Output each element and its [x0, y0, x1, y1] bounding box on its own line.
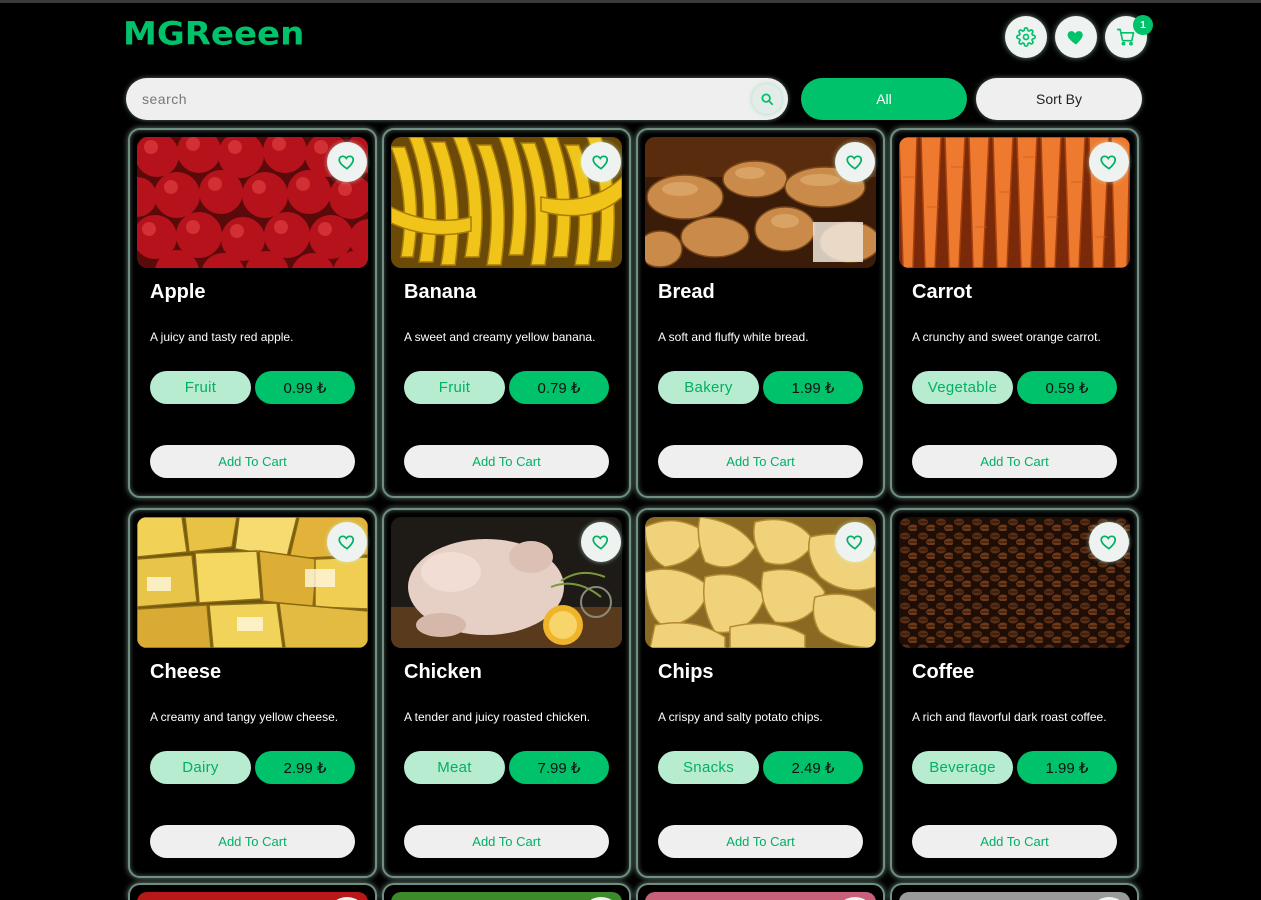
product-category-tag: Bakery [658, 371, 759, 404]
product-name: Carrot [912, 281, 973, 303]
product-card-coffee: Coffee A rich and flavorful dark roast c… [890, 508, 1139, 878]
product-description: A sweet and creamy yellow banana. [404, 330, 596, 344]
heart-outline-icon [592, 155, 609, 170]
product-price: 0.99 ₺ [255, 371, 355, 404]
favorite-toggle-chips[interactable] [835, 522, 875, 562]
product-name: Banana [404, 281, 477, 303]
product-category-tag: Meat [404, 751, 505, 784]
product-grid: Apple A juicy and tasty red apple. Fruit… [128, 128, 1140, 878]
favorite-toggle-banana[interactable] [581, 142, 621, 182]
sort-by-button[interactable]: Sort By [976, 78, 1142, 120]
product-description: A rich and flavorful dark roast coffee. [912, 710, 1107, 724]
heart-outline-icon [592, 535, 609, 550]
product-name: Apple [150, 281, 206, 303]
search-bar [126, 78, 788, 120]
heart-outline-icon [846, 155, 863, 170]
add-to-cart-button[interactable]: Add To Cart [912, 825, 1117, 858]
product-description: A soft and fluffy white bread. [658, 330, 809, 344]
product-card-chips: Chips A crispy and salty potato chips. S… [636, 508, 885, 878]
product-name: Chips [658, 661, 714, 683]
product-price: 1.99 ₺ [763, 371, 863, 404]
product-description: A juicy and tasty red apple. [150, 330, 294, 344]
product-description: A crunchy and sweet orange carrot. [912, 330, 1101, 344]
product-category-tag: Beverage [912, 751, 1013, 784]
site-logo[interactable]: MGReeen [123, 15, 304, 53]
product-card-chicken: Chicken A tender and juicy roasted chick… [382, 508, 631, 878]
heart-outline-icon [338, 535, 355, 550]
add-to-cart-button[interactable]: Add To Cart [404, 445, 609, 478]
product-price: 2.49 ₺ [763, 751, 863, 784]
product-card-partial [890, 883, 1139, 900]
next-product-row [128, 883, 1140, 900]
product-description: A tender and juicy roasted chicken. [404, 710, 591, 724]
filter-all-button[interactable]: All [801, 78, 967, 120]
cart-button[interactable]: 1 [1105, 15, 1153, 58]
add-to-cart-button[interactable]: Add To Cart [658, 445, 863, 478]
add-to-cart-button[interactable]: Add To Cart [658, 825, 863, 858]
product-category-tag: Snacks [658, 751, 759, 784]
favorite-toggle-apple[interactable] [327, 142, 367, 182]
product-price: 0.79 ₺ [509, 371, 609, 404]
favorite-toggle-coffee[interactable] [1089, 522, 1129, 562]
settings-button[interactable] [1005, 16, 1047, 58]
product-category-tag: Vegetable [912, 371, 1013, 404]
product-category-tag: Fruit [150, 371, 251, 404]
product-card-partial [382, 883, 631, 900]
product-name: Cheese [150, 661, 222, 683]
favorite-toggle-carrot[interactable] [1089, 142, 1129, 182]
add-to-cart-button[interactable]: Add To Cart [150, 445, 355, 478]
product-name: Coffee [912, 661, 975, 683]
product-card-partial [128, 883, 377, 900]
add-to-cart-button[interactable]: Add To Cart [150, 825, 355, 858]
product-card-apple: Apple A juicy and tasty red apple. Fruit… [128, 128, 377, 498]
heart-outline-icon [846, 535, 863, 550]
favorite-toggle-bread[interactable] [835, 142, 875, 182]
browser-top-border [0, 0, 1261, 3]
product-price: 7.99 ₺ [509, 751, 609, 784]
product-category-tag: Fruit [404, 371, 505, 404]
search-input[interactable] [142, 78, 742, 120]
cart-icon [1116, 28, 1135, 46]
product-category-tag: Dairy [150, 751, 251, 784]
product-price: 0.59 ₺ [1017, 371, 1117, 404]
heart-outline-icon [338, 155, 355, 170]
product-name: Chicken [404, 661, 482, 683]
add-to-cart-button[interactable]: Add To Cart [404, 825, 609, 858]
heart-outline-icon [1100, 535, 1117, 550]
favorite-toggle-cheese[interactable] [327, 522, 367, 562]
favorites-button[interactable] [1055, 16, 1097, 58]
product-card-cheese: Cheese A creamy and tangy yellow cheese.… [128, 508, 377, 878]
cart-count-badge: 1 [1133, 15, 1153, 35]
heart-icon [1067, 31, 1083, 45]
gear-icon [1016, 27, 1036, 47]
product-description: A creamy and tangy yellow cheese. [150, 710, 339, 724]
heart-outline-icon [1100, 155, 1117, 170]
add-to-cart-button[interactable]: Add To Cart [912, 445, 1117, 478]
favorite-toggle-chicken[interactable] [581, 522, 621, 562]
product-price: 2.99 ₺ [255, 751, 355, 784]
product-name: Bread [658, 281, 715, 303]
product-description: A crispy and salty potato chips. [658, 710, 823, 724]
product-card-banana: Banana A sweet and creamy yellow banana.… [382, 128, 631, 498]
product-card-bread: Bread A soft and fluffy white bread. Bak… [636, 128, 885, 498]
product-card-partial [636, 883, 885, 900]
product-card-carrot: Carrot A crunchy and sweet orange carrot… [890, 128, 1139, 498]
search-button[interactable] [752, 84, 782, 114]
search-icon [761, 93, 774, 106]
product-price: 1.99 ₺ [1017, 751, 1117, 784]
